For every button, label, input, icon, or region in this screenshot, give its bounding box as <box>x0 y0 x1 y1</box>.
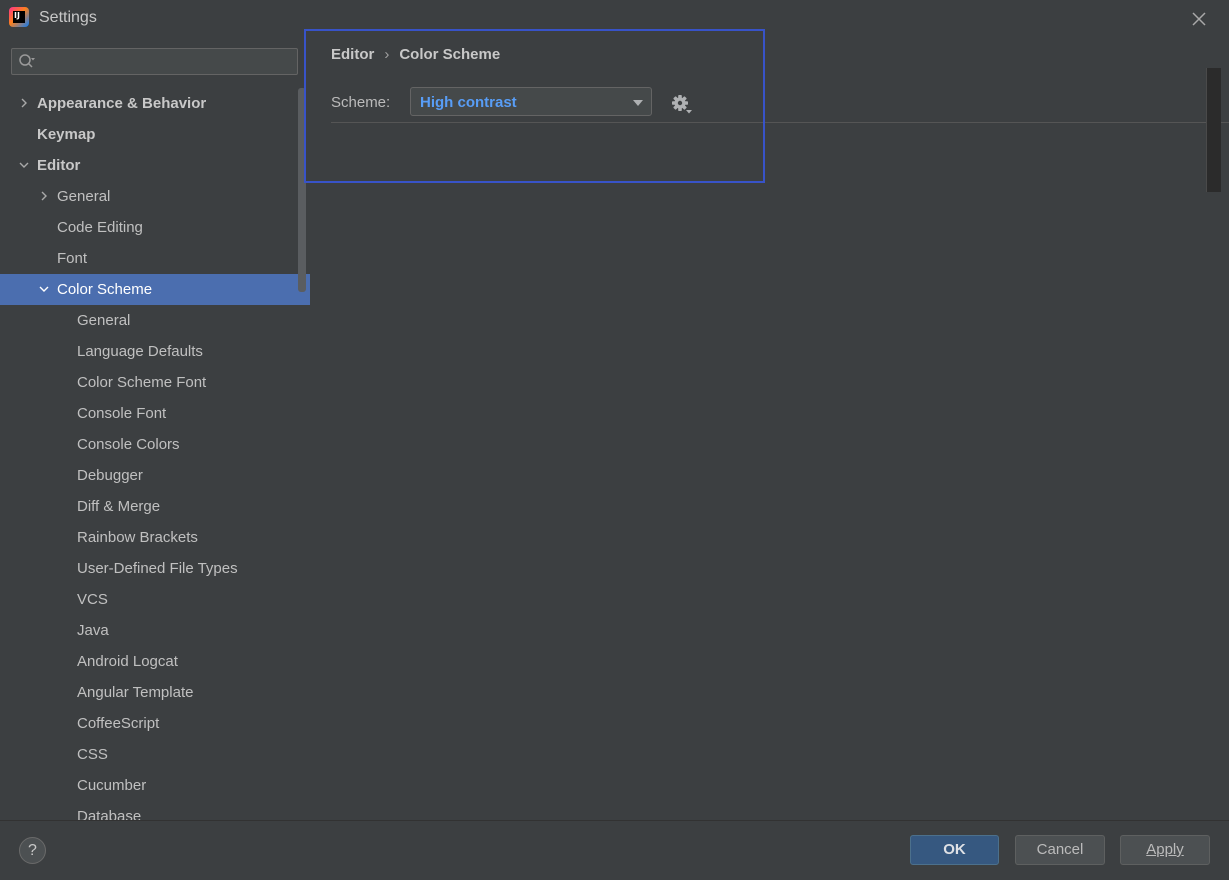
sidebar-item-label: CSS <box>77 746 108 763</box>
sidebar-item-language-defaults[interactable]: Language Defaults <box>0 336 310 367</box>
sidebar-item-general[interactable]: General <box>0 181 310 212</box>
sidebar-item-cucumber[interactable]: Cucumber <box>0 770 310 801</box>
sidebar-item-label: Diff & Merge <box>77 498 161 515</box>
sidebar-item-label: VCS <box>77 591 108 608</box>
sidebar-item-label: General <box>57 188 111 205</box>
sidebar-item-font[interactable]: Font <box>0 243 310 274</box>
sidebar-item-label: Rainbow Brackets <box>77 529 198 546</box>
cancel-button[interactable]: Cancel <box>1015 835 1105 865</box>
help-button[interactable]: ? <box>19 837 46 864</box>
sidebar-item-label: Database <box>77 808 142 820</box>
sidebar-item-color-scheme-font[interactable]: Color Scheme Font <box>0 367 310 398</box>
sidebar-item-console-font[interactable]: Console Font <box>0 398 310 429</box>
search-field[interactable] <box>11 48 298 75</box>
sidebar-item-vcs[interactable]: VCS <box>0 584 310 615</box>
ok-button[interactable]: OK <box>910 835 999 865</box>
sidebar-item-appearance-behavior[interactable]: Appearance & Behavior <box>0 88 310 119</box>
window-title: Settings <box>39 9 97 26</box>
chevron-down-icon[interactable] <box>18 159 30 171</box>
sidebar-item-angular-template[interactable]: Angular Template <box>0 677 310 708</box>
sidebar-item-label: Console Colors <box>77 436 180 453</box>
close-icon <box>1192 12 1206 26</box>
sidebar-item-label: User-Defined File Types <box>77 560 238 577</box>
sidebar-item-label: Cucumber <box>77 777 147 794</box>
search-icon[interactable] <box>18 53 36 71</box>
app-icon-text: IJ <box>14 11 20 20</box>
sidebar-item-label: Appearance & Behavior <box>37 95 207 112</box>
sidebar-item-label: Language Defaults <box>77 343 203 360</box>
preview-edge <box>1206 68 1221 192</box>
intellij-app-icon: IJ <box>9 7 29 27</box>
apply-button[interactable]: Apply <box>1120 835 1210 865</box>
chevron-right-icon[interactable] <box>38 190 50 202</box>
sidebar-item-editor[interactable]: Editor <box>0 150 310 181</box>
sidebar-item-color-scheme[interactable]: Color Scheme <box>0 274 310 305</box>
search-input[interactable] <box>42 51 296 74</box>
sidebar-item-keymap[interactable]: Keymap <box>0 119 310 150</box>
settings-sidebar: Appearance & Behavior Keymap Editor General… <box>0 36 310 820</box>
sidebar-item-label: Console Font <box>77 405 167 422</box>
sidebar-item-label: Angular Template <box>77 684 194 701</box>
sidebar-item-label: CoffeeScript <box>77 715 160 732</box>
sidebar-item-coffeescript[interactable]: CoffeeScript <box>0 708 310 739</box>
sidebar-item-general[interactable]: General <box>0 305 310 336</box>
sidebar-item-css[interactable]: CSS <box>0 739 310 770</box>
sidebar-item-label: Code Editing <box>57 219 143 236</box>
sidebar-item-label: Debugger <box>77 467 143 484</box>
sidebar-item-label: Color Scheme <box>57 281 153 298</box>
sidebar-item-android-logcat[interactable]: Android Logcat <box>0 646 310 677</box>
close-button[interactable] <box>1188 8 1210 30</box>
sidebar-item-code-editing[interactable]: Code Editing <box>0 212 310 243</box>
sidebar-item-label: Keymap <box>37 126 96 143</box>
sidebar-item-label: General <box>77 312 131 329</box>
settings-tree: Appearance & Behavior Keymap Editor General… <box>0 88 310 820</box>
sidebar-item-user-defined-file-types[interactable]: User-Defined File Types <box>0 553 310 584</box>
sidebar-item-rainbow-brackets[interactable]: Rainbow Brackets <box>0 522 310 553</box>
sidebar-item-debugger[interactable]: Debugger <box>0 460 310 491</box>
sidebar-item-database[interactable]: Database <box>0 801 310 820</box>
sidebar-item-console-colors[interactable]: Console Colors <box>0 429 310 460</box>
sidebar-item-label: Android Logcat <box>77 653 178 670</box>
sidebar-item-label: Color Scheme Font <box>77 374 207 391</box>
sidebar-item-label: Java <box>77 622 109 639</box>
footer-bar: ? OK Cancel Apply <box>0 820 1229 880</box>
sidebar-item-label: Font <box>57 250 88 267</box>
sidebar-item-diff-merge[interactable]: Diff & Merge <box>0 491 310 522</box>
sidebar-item-java[interactable]: Java <box>0 615 310 646</box>
sidebar-item-label: Editor <box>37 157 81 174</box>
annotation-highlight-frame <box>304 29 765 183</box>
chevron-right-icon[interactable] <box>18 97 30 109</box>
chevron-down-icon[interactable] <box>38 283 50 295</box>
